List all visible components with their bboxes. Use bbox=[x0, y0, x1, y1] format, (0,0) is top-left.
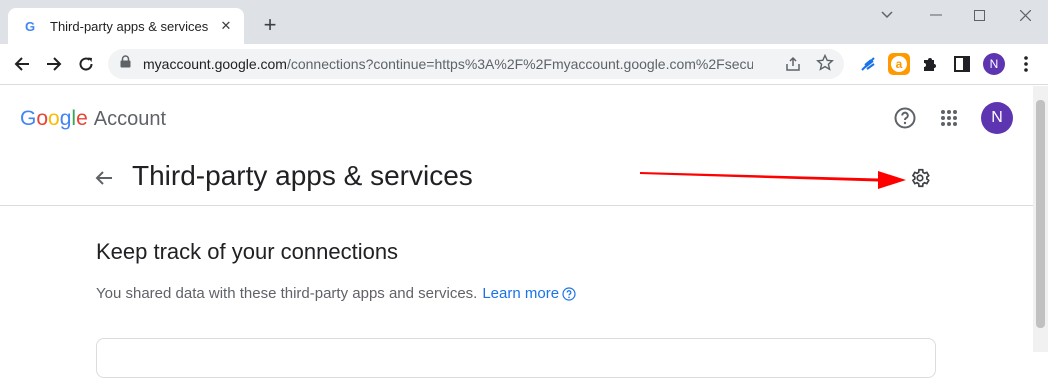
minimize-button[interactable] bbox=[925, 6, 947, 24]
account-label: Account bbox=[93, 108, 167, 130]
info-circle-icon[interactable] bbox=[562, 286, 576, 301]
description-text: You shared data with these third-party a… bbox=[96, 285, 478, 302]
lock-icon[interactable] bbox=[120, 55, 131, 73]
section-description: You shared data with these third-party a… bbox=[96, 285, 576, 302]
back-arrow-icon[interactable] bbox=[90, 164, 118, 192]
url-text[interactable]: myaccount.google.com/connections?continu… bbox=[143, 56, 753, 72]
new-tab-button[interactable]: + bbox=[259, 14, 281, 36]
tab-title: Third-party apps & services bbox=[50, 18, 209, 34]
logo-letter: o bbox=[48, 107, 60, 130]
page-title: Third-party apps & services bbox=[132, 160, 473, 191]
svg-text:a: a bbox=[896, 57, 903, 71]
back-button[interactable] bbox=[9, 51, 35, 77]
logo-letter: o bbox=[36, 107, 49, 130]
google-logo: Google bbox=[20, 107, 88, 131]
section-heading: Keep track of your connections bbox=[96, 239, 399, 264]
account-avatar[interactable]: N bbox=[981, 102, 1013, 134]
browser-profile-avatar[interactable]: N bbox=[983, 53, 1005, 75]
scroll-thumb[interactable] bbox=[1036, 100, 1045, 328]
maximize-button[interactable] bbox=[968, 6, 990, 24]
address-bar[interactable]: myaccount.google.com/connections?continu… bbox=[108, 49, 844, 79]
settings-gear-icon[interactable] bbox=[906, 164, 934, 192]
page-scrollbar[interactable] bbox=[1033, 86, 1048, 352]
extensions-puzzle-icon[interactable] bbox=[917, 51, 943, 77]
browser-menu-icon[interactable] bbox=[1013, 51, 1039, 77]
help-icon[interactable] bbox=[891, 104, 919, 132]
close-window-button[interactable] bbox=[1014, 6, 1036, 24]
google-apps-grid-icon[interactable] bbox=[935, 104, 963, 132]
share-icon[interactable] bbox=[784, 55, 802, 78]
tab-strip: G Third-party apps & services ✕ + bbox=[0, 0, 1048, 44]
reload-button[interactable] bbox=[73, 51, 99, 77]
url-path: /connections?continue=https%3A%2F%2Fmyac… bbox=[286, 56, 753, 72]
close-tab-icon[interactable]: ✕ bbox=[218, 18, 234, 34]
bookmark-star-icon[interactable] bbox=[816, 53, 834, 77]
logo-letter: e bbox=[76, 107, 88, 130]
annotation-arrow-icon bbox=[640, 171, 906, 189]
forward-button[interactable] bbox=[41, 51, 67, 77]
google-account-logo[interactable]: Google Account bbox=[20, 107, 166, 131]
url-host: myaccount.google.com bbox=[143, 56, 287, 72]
side-panel-icon[interactable] bbox=[949, 51, 975, 77]
logo-letter: g bbox=[59, 107, 72, 130]
connections-card bbox=[96, 338, 936, 378]
extension-feather-icon[interactable] bbox=[855, 51, 881, 77]
learn-more-link[interactable]: Learn more bbox=[482, 285, 559, 302]
google-favicon-icon: G bbox=[24, 18, 36, 34]
extension-amazon-icon[interactable]: a bbox=[886, 51, 912, 77]
tab-search-icon[interactable] bbox=[876, 6, 898, 24]
browser-tab[interactable]: G Third-party apps & services ✕ bbox=[8, 8, 244, 44]
browser-toolbar: myaccount.google.com/connections?continu… bbox=[0, 44, 1048, 85]
logo-letter: G bbox=[20, 107, 37, 130]
